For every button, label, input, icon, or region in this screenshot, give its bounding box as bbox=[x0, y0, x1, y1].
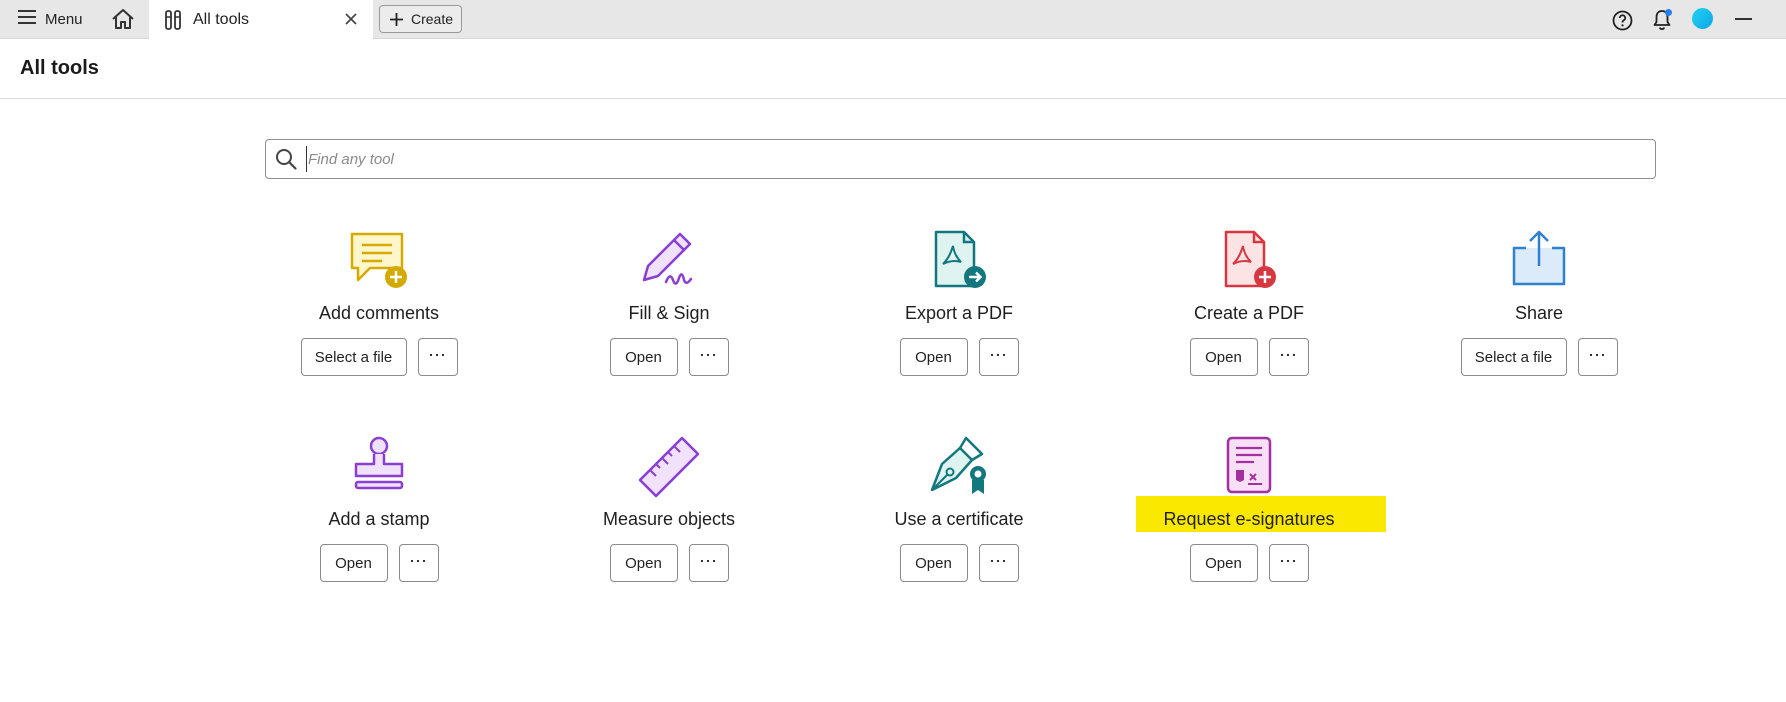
home-icon bbox=[112, 9, 134, 29]
menu-button[interactable]: Menu bbox=[10, 6, 91, 32]
user-avatar[interactable] bbox=[1692, 8, 1713, 29]
notifications-button[interactable] bbox=[1650, 8, 1674, 32]
tool-card-use-certificate: Use a certificate Open ⋯ bbox=[829, 434, 1089, 582]
ruler-icon bbox=[636, 434, 702, 500]
tool-name: Request e-signatures bbox=[1163, 509, 1335, 529]
more-options-button[interactable]: ⋯ bbox=[978, 338, 1019, 376]
comment-plus-icon bbox=[346, 228, 412, 294]
search-input[interactable] bbox=[306, 146, 1610, 172]
tool-name: Measure objects bbox=[602, 509, 736, 529]
export-pdf-icon bbox=[926, 228, 992, 294]
tool-name: Add comments bbox=[318, 303, 440, 323]
pen-sign-icon bbox=[636, 228, 702, 294]
open-button[interactable]: Open bbox=[899, 338, 968, 376]
select-file-button[interactable]: Select a file bbox=[1460, 338, 1567, 376]
menu-label: Menu bbox=[45, 10, 83, 28]
plus-icon bbox=[390, 12, 403, 26]
page-title: All tools bbox=[20, 57, 99, 79]
notification-badge bbox=[1665, 9, 1672, 16]
hamburger-icon bbox=[18, 10, 36, 28]
tool-card-add-stamp: Add a stamp Open ⋯ bbox=[249, 434, 509, 582]
tool-card-request-esignatures: Request e-signatures Open ⋯ bbox=[1119, 434, 1379, 582]
create-label: Create bbox=[411, 11, 454, 27]
open-button[interactable]: Open bbox=[609, 544, 678, 582]
more-options-button[interactable]: ⋯ bbox=[398, 544, 439, 582]
create-pdf-icon bbox=[1216, 228, 1282, 294]
more-options-button[interactable]: ⋯ bbox=[1577, 338, 1618, 376]
tab-label: All tools bbox=[193, 10, 250, 28]
tool-card-share: Share Select a file ⋯ bbox=[1409, 228, 1669, 376]
request-esign-icon bbox=[1216, 434, 1282, 500]
minimize-button[interactable] bbox=[1728, 8, 1758, 28]
more-options-button[interactable]: ⋯ bbox=[1268, 544, 1309, 582]
search-icon bbox=[274, 147, 298, 171]
more-options-button[interactable]: ⋯ bbox=[417, 338, 458, 376]
more-options-button[interactable]: ⋯ bbox=[688, 338, 729, 376]
tool-name: Create a PDF bbox=[1193, 303, 1305, 323]
more-options-button[interactable]: ⋯ bbox=[688, 544, 729, 582]
help-icon bbox=[1612, 10, 1632, 30]
tool-name: Share bbox=[1514, 303, 1564, 323]
create-button[interactable]: Create bbox=[379, 5, 462, 33]
help-button[interactable] bbox=[1610, 8, 1634, 32]
open-button[interactable]: Open bbox=[319, 544, 388, 582]
open-button[interactable]: Open bbox=[1189, 544, 1258, 582]
tool-card-export-pdf: Export a PDF Open ⋯ bbox=[829, 228, 1089, 376]
home-button[interactable] bbox=[108, 6, 138, 32]
open-button[interactable]: Open bbox=[899, 544, 968, 582]
more-options-button[interactable]: ⋯ bbox=[978, 544, 1019, 582]
title-bar: Menu All tools Create bbox=[0, 0, 1786, 39]
share-upload-icon bbox=[1506, 228, 1572, 294]
close-tab-button[interactable] bbox=[341, 9, 361, 29]
header-divider bbox=[0, 98, 1786, 99]
more-options-button[interactable]: ⋯ bbox=[1268, 338, 1309, 376]
tab-all-tools[interactable]: All tools bbox=[149, 0, 373, 39]
tool-card-measure-objects: Measure objects Open ⋯ bbox=[539, 434, 799, 582]
all-tools-icon bbox=[165, 9, 181, 30]
tool-name: Use a certificate bbox=[894, 509, 1024, 529]
open-button[interactable]: Open bbox=[1189, 338, 1258, 376]
close-icon bbox=[345, 13, 357, 25]
tool-card-create-pdf: Create a PDF Open ⋯ bbox=[1119, 228, 1379, 376]
tool-name: Add a stamp bbox=[328, 509, 430, 529]
tool-card-add-comments: Add comments Select a file ⋯ bbox=[249, 228, 509, 376]
open-button[interactable]: Open bbox=[609, 338, 678, 376]
tool-card-fill-sign: Fill & Sign Open ⋯ bbox=[539, 228, 799, 376]
certificate-pen-icon bbox=[926, 434, 992, 500]
select-file-button[interactable]: Select a file bbox=[300, 338, 407, 376]
stamp-icon bbox=[346, 434, 412, 500]
tool-search[interactable] bbox=[265, 139, 1656, 179]
tool-name: Fill & Sign bbox=[628, 303, 710, 323]
tool-name: Export a PDF bbox=[904, 303, 1014, 323]
